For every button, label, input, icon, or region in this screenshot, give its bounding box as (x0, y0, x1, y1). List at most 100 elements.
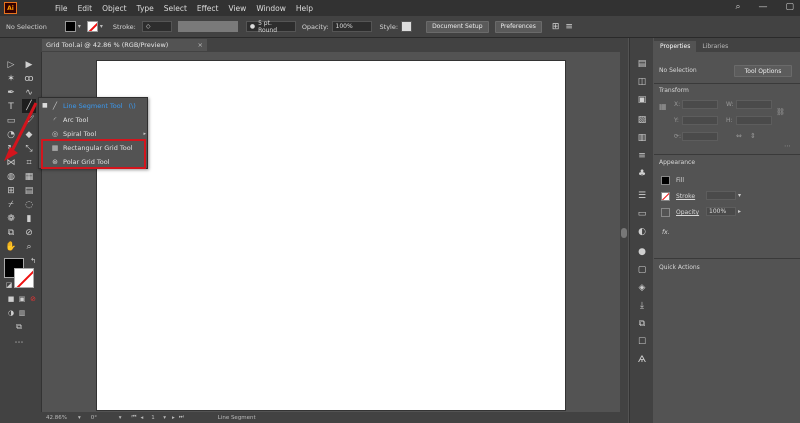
tab-libraries[interactable]: Libraries (696, 41, 734, 52)
mesh-tool-icon[interactable]: ⊞ (4, 184, 18, 198)
screen-mode-icon[interactable]: ▥ (15, 306, 29, 320)
scroll-thumb[interactable] (621, 228, 627, 238)
stroke-profile-field[interactable] (177, 21, 238, 32)
more-options-icon[interactable]: ⋯ (784, 142, 791, 150)
next-artboard-icon[interactable]: ▸ (172, 415, 175, 421)
chevron-right-icon[interactable]: ▸ (738, 208, 741, 215)
chevron-down-icon[interactable]: ▾ (100, 23, 103, 30)
rotation-field[interactable]: 0° (91, 415, 119, 421)
close-icon[interactable]: × (198, 41, 203, 49)
zoom-tool-icon[interactable]: ⌕ (22, 240, 36, 254)
symbols-panel-icon[interactable]: ♣ (635, 168, 649, 180)
slice-tool-icon[interactable]: ⊘ (22, 226, 36, 240)
export-icon[interactable]: ⤓ (635, 300, 649, 312)
gradient-tool-icon[interactable]: ▤ (22, 184, 36, 198)
preferences-button[interactable]: Preferences (494, 20, 542, 33)
document-setup-button[interactable]: Document Setup (426, 20, 489, 33)
menu-type[interactable]: Type (137, 4, 154, 13)
chevron-down-icon[interactable]: ▾ (119, 415, 122, 421)
perspective-grid-icon[interactable]: ▦ (22, 170, 36, 184)
layers-panel-icon[interactable]: ◫ (635, 76, 649, 88)
libraries-panel-icon[interactable]: ▣ (635, 94, 649, 106)
flip-horizontal-icon[interactable]: ⇔ (736, 132, 742, 140)
tool-options-button[interactable]: Tool Options (734, 65, 792, 77)
constrain-proportions-icon[interactable]: ⛓ (776, 108, 785, 116)
chevron-down-icon[interactable]: ▾ (163, 415, 166, 421)
search-icon[interactable]: ⌕ (735, 2, 740, 12)
appearance-panel-icon[interactable]: ● (635, 246, 649, 258)
menu-edit[interactable]: Edit (78, 4, 93, 13)
arrange-icon[interactable]: ⊞ (552, 22, 560, 32)
default-colors-icon[interactable]: ◪ (2, 278, 16, 292)
stroke-panel-icon[interactable]: ☰ (635, 190, 649, 202)
selection-tool-icon[interactable]: ▷ (4, 58, 18, 72)
stroke-label[interactable]: Stroke (676, 193, 695, 200)
chevron-down-icon[interactable]: ▾ (78, 23, 81, 30)
flyout-item-arc[interactable]: ◜ Arc Tool (39, 113, 149, 126)
shape-builder-icon[interactable]: ◍ (4, 170, 18, 184)
menu-effect[interactable]: Effect (197, 4, 219, 13)
prev-artboard-icon[interactable]: ◂ (140, 415, 143, 421)
flyout-item-line-segment[interactable]: ■ ╱ Line Segment Tool (\) (39, 99, 149, 112)
stroke-weight-stepper[interactable] (706, 191, 736, 200)
color-guide-icon[interactable]: ▥ (635, 132, 649, 144)
w-input[interactable] (736, 100, 772, 109)
lasso-icon[interactable]: ꝏ (22, 72, 36, 86)
chevron-down-icon[interactable]: ▾ (738, 192, 741, 199)
eyedropper-icon[interactable]: ⌿ (4, 198, 18, 212)
graphic-styles-icon[interactable]: ▢ (635, 264, 649, 276)
opacity-input[interactable]: 100% (331, 21, 372, 32)
blend-tool-icon[interactable]: ◌ (22, 198, 36, 212)
h-input[interactable] (736, 116, 772, 125)
stroke-weight-stepper[interactable]: ◇ (141, 21, 172, 32)
properties-panel-icon[interactable]: ▤ (635, 58, 649, 70)
x-input[interactable] (682, 100, 718, 109)
flip-vertical-icon[interactable]: ⇕ (750, 132, 756, 140)
fx-button[interactable]: fx. (662, 229, 670, 236)
document-tab[interactable]: Grid Tool.ai @ 42.86 % (RGB/Preview) × (42, 39, 207, 51)
hand-tool-icon[interactable]: ✋ (4, 240, 18, 254)
links-panel-icon[interactable]: ☐ (635, 336, 649, 348)
tab-properties[interactable]: Properties (654, 41, 697, 52)
transparency-panel-icon[interactable]: ◐ (635, 226, 649, 238)
menu-view[interactable]: View (229, 4, 247, 13)
menu-file[interactable]: File (55, 4, 68, 13)
glyphs-panel-icon[interactable]: Ѧ (635, 354, 649, 366)
artboards-panel-icon[interactable]: ⧉ (635, 318, 649, 330)
color-panel-icon[interactable]: ▧ (635, 114, 649, 126)
none-mode-icon[interactable]: ⊘ (26, 292, 40, 306)
opacity-label[interactable]: Opacity (676, 209, 699, 216)
fill-swatch[interactable] (64, 21, 76, 32)
artboard[interactable] (96, 60, 566, 411)
gradient-panel-icon[interactable]: ▭ (635, 208, 649, 220)
vertical-scrollbar[interactable] (620, 52, 628, 412)
chevron-down-icon[interactable]: ▾ (78, 415, 81, 421)
last-artboard-icon[interactable]: ⏭ (179, 414, 184, 421)
panel-menu-icon[interactable]: ≡ (565, 22, 573, 32)
stroke-color-swatch[interactable] (661, 192, 670, 201)
symbol-sprayer-icon[interactable]: ❁ (4, 212, 18, 226)
brush-definition-field[interactable]: ● 5 pt. Round (245, 20, 296, 34)
more-tools-icon[interactable]: ⋯ (12, 336, 26, 350)
menu-window[interactable]: Window (256, 4, 286, 13)
opacity-input[interactable]: 100% (706, 207, 736, 216)
layers-stack-icon[interactable]: ◈ (635, 282, 649, 294)
minimize-button[interactable]: — (758, 2, 767, 12)
maximize-button[interactable]: ▢ (785, 2, 794, 12)
y-input[interactable] (682, 116, 718, 125)
stroke-color-swatch[interactable] (14, 268, 34, 288)
rotate-input[interactable] (682, 132, 718, 141)
column-graph-icon[interactable]: ▮ (22, 212, 36, 226)
first-artboard-icon[interactable]: ⏮ (132, 414, 137, 421)
style-swatch[interactable] (401, 21, 413, 32)
magic-wand-icon[interactable]: ✶ (4, 72, 18, 86)
change-screen-mode-icon[interactable]: ⧉ (12, 320, 26, 334)
zoom-level-field[interactable]: 42.86% (46, 415, 76, 421)
swap-colors-icon[interactable]: ↰ (26, 254, 40, 268)
artboard-tool-icon[interactable]: ⧉ (4, 226, 18, 240)
menu-help[interactable]: Help (296, 4, 313, 13)
menu-select[interactable]: Select (164, 4, 187, 13)
artboard-number-field[interactable]: 1 (151, 415, 163, 421)
menu-object[interactable]: Object (102, 4, 126, 13)
reference-point-icon[interactable]: ▦ (659, 102, 667, 111)
